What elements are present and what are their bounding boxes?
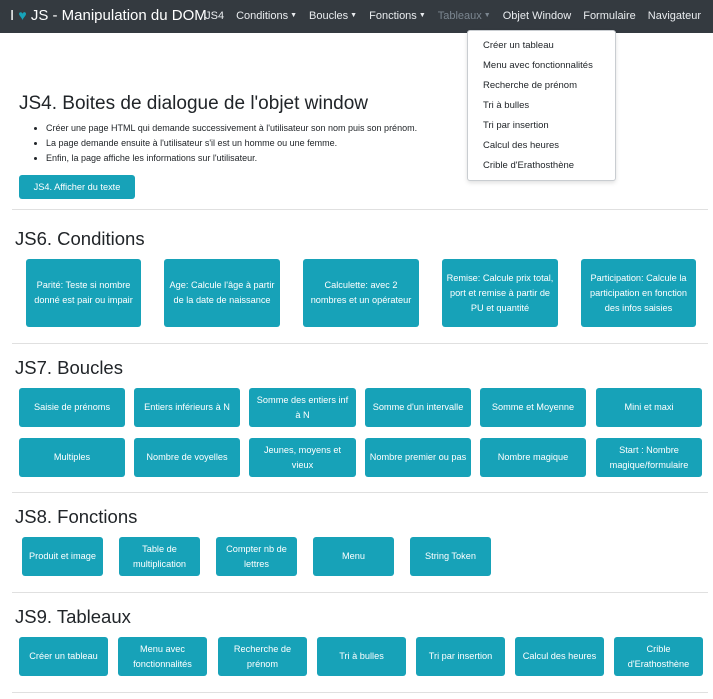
js4-afficher-texte-button[interactable]: JS4. Afficher du texte — [19, 175, 135, 199]
divider — [12, 209, 708, 210]
caret-down-icon: ▼ — [418, 12, 426, 19]
mini-maxi-button[interactable]: Mini et maxi — [596, 388, 702, 427]
nav-item-label: Objet Window — [502, 10, 572, 22]
brand-title: JS - Manipulation du DOM — [30, 7, 207, 24]
dropdown-item-crible[interactable]: Crible d'Erathosthène — [468, 156, 615, 176]
somme-intervalle-button[interactable]: Somme d'un intervalle — [365, 388, 471, 427]
menu-fonctionnalites-button[interactable]: Menu avec fonctionnalités — [118, 637, 207, 676]
nav-item-objet-window[interactable]: Objet Window — [497, 9, 577, 23]
nav-item-label: Boucles — [309, 10, 349, 22]
dropdown-item-calcul-heures[interactable]: Calcul des heures — [468, 136, 615, 156]
creer-tableau-button[interactable]: Créer un tableau — [19, 637, 108, 676]
heart-icon: ♥ — [18, 7, 27, 23]
compter-lettres-button[interactable]: Compter nb de lettres — [216, 537, 297, 576]
nav-item-label: Formulaire — [583, 10, 636, 22]
somme-entiers-button[interactable]: Somme des entiers inf à N — [249, 388, 356, 427]
somme-moyenne-button[interactable]: Somme et Moyenne — [480, 388, 586, 427]
list-item: Créer une page HTML qui demande successi… — [46, 121, 417, 136]
top-navbar: I ♥ JS - Manipulation du DOM JS4 Conditi… — [0, 0, 713, 33]
parite-button[interactable]: Parité: Teste si nombre donné est pair o… — [26, 259, 141, 327]
saisie-prenoms-button[interactable]: Saisie de prénoms — [19, 388, 125, 427]
nombre-premier-button[interactable]: Nombre premier ou pas — [365, 438, 471, 477]
nav-item-boucles[interactable]: Boucles ▼ — [303, 9, 363, 23]
divider — [12, 592, 708, 593]
dropdown-item-tri-bulles[interactable]: Tri à bulles — [468, 96, 615, 116]
nav-item-navigateur[interactable]: Navigateur — [642, 9, 707, 23]
caret-down-icon: ▼ — [290, 12, 298, 19]
table-multiplication-button[interactable]: Table de multiplication — [119, 537, 200, 576]
nav-item-formulaire[interactable]: Formulaire — [577, 9, 642, 23]
divider — [12, 343, 708, 344]
recherche-prenom-button[interactable]: Recherche de prénom — [218, 637, 307, 676]
nav-menu: JS4 Conditions ▼ Boucles ▼ Fonctions ▼ Tabl… — [199, 9, 707, 23]
tableaux-dropdown-menu: Créer un tableau Menu avec fonctionnalit… — [467, 30, 616, 181]
js7-title: JS7. Boucles — [15, 357, 123, 378]
calcul-heures-button[interactable]: Calcul des heures — [515, 637, 604, 676]
dropdown-item-tri-insertion[interactable]: Tri par insertion — [468, 116, 615, 136]
nombre-magique-button[interactable]: Nombre magique — [480, 438, 586, 477]
divider — [12, 692, 708, 693]
nav-item-label: Navigateur — [647, 10, 701, 22]
tri-bulles-button[interactable]: Tri à bulles — [317, 637, 406, 676]
nav-item-js4[interactable]: JS4 — [199, 9, 230, 23]
dropdown-item-creer-tableau[interactable]: Créer un tableau — [468, 36, 615, 56]
js9-title: JS9. Tableaux — [15, 606, 131, 627]
participation-button[interactable]: Participation: Calcule la participation … — [581, 259, 696, 327]
start-nombre-magique-button[interactable]: Start : Nombre magique/formulaire — [596, 438, 702, 477]
jeunes-moyens-vieux-button[interactable]: Jeunes, moyens et vieux — [249, 438, 356, 477]
js4-bullet-list: Créer une page HTML qui demande successi… — [28, 121, 417, 166]
nav-item-label: Conditions — [236, 10, 289, 22]
age-button[interactable]: Age: Calcule l'âge à partir de la date d… — [164, 259, 280, 327]
multiples-button[interactable]: Multiples — [19, 438, 125, 477]
divider — [12, 492, 708, 493]
dropdown-item-recherche[interactable]: Recherche de prénom — [468, 76, 615, 96]
nombre-voyelles-button[interactable]: Nombre de voyelles — [134, 438, 240, 477]
nav-item-conditions[interactable]: Conditions ▼ — [230, 9, 303, 23]
dropdown-item-menu[interactable]: Menu avec fonctionnalités — [468, 56, 615, 76]
js6-title: JS6. Conditions — [15, 228, 145, 249]
produit-image-button[interactable]: Produit et image — [22, 537, 103, 576]
brand-link[interactable]: I ♥ JS - Manipulation du DOM — [10, 6, 207, 25]
nav-item-fonctions[interactable]: Fonctions ▼ — [363, 9, 432, 23]
string-token-button[interactable]: String Token — [410, 537, 491, 576]
nav-item-label: Tableaux — [437, 10, 482, 22]
js8-title: JS8. Fonctions — [15, 506, 138, 527]
remise-button[interactable]: Remise: Calcule prix total, port et remi… — [442, 259, 558, 327]
caret-down-icon: ▼ — [350, 12, 358, 19]
crible-button[interactable]: Crible d'Erathosthène — [614, 637, 703, 676]
nav-item-label: Fonctions — [369, 10, 417, 22]
nav-item-tableaux[interactable]: Tableaux ▼ — [432, 9, 497, 23]
tri-insertion-button[interactable]: Tri par insertion — [416, 637, 505, 676]
calculette-button[interactable]: Calculette: avec 2 nombres et un opérate… — [303, 259, 419, 327]
js4-title: JS4. Boites de dialogue de l'objet windo… — [19, 93, 369, 114]
caret-down-icon: ▼ — [483, 12, 491, 19]
brand-prefix: I — [10, 7, 15, 24]
nav-item-label: JS4 — [205, 10, 225, 22]
list-item: Enfin, la page affiche les informations … — [46, 151, 417, 166]
menu-button[interactable]: Menu — [313, 537, 394, 576]
entiers-inferieurs-button[interactable]: Entiers inférieurs à N — [134, 388, 240, 427]
list-item: La page demande ensuite à l'utilisateur … — [46, 136, 417, 151]
